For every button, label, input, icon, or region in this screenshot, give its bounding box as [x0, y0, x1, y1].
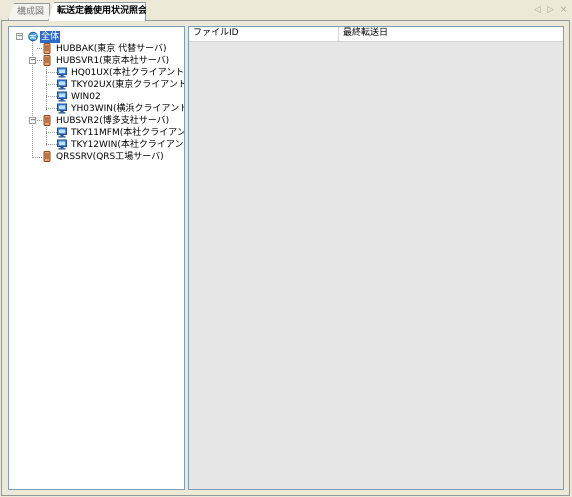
- computer-icon: [57, 103, 67, 114]
- server-icon: [42, 151, 52, 162]
- tree-connector: [46, 72, 57, 73]
- tree-item-label[interactable]: HUBSVR1(東京本社サーバ): [55, 55, 170, 67]
- server-icon: [42, 115, 52, 126]
- tab-next-icon[interactable]: ▷: [545, 5, 556, 16]
- tree-item-label[interactable]: QRSSRV(QRS工場サーバ): [55, 151, 165, 163]
- computer-icon: [57, 79, 67, 90]
- tab-close-icon[interactable]: ×: [558, 5, 569, 16]
- computer-icon: [57, 67, 67, 78]
- transfer-usage-list[interactable]: ファイルID 最終転送日: [188, 26, 564, 490]
- tree-connector: [46, 96, 57, 97]
- tab-transfer-usage[interactable]: 転送定義使用状況照会: [48, 2, 146, 21]
- server-icon: [42, 55, 52, 66]
- tree-connector: [46, 123, 47, 146]
- tree-item-label[interactable]: TKY02UX(東京クライアント): [70, 79, 184, 91]
- network-globe-icon: [28, 31, 38, 42]
- server-icon: [42, 43, 52, 54]
- tree-connector: [46, 84, 57, 85]
- tab-strip: 構成図 転送定義使用状況照会 ◁ ▷ ×: [0, 0, 572, 21]
- column-header-last-transfer-date[interactable]: 最終転送日: [339, 27, 563, 41]
- tab-topology[interactable]: 構成図: [8, 3, 50, 20]
- tree-connector: [46, 62, 47, 110]
- tree-connector: [32, 157, 42, 158]
- tree-connector: [46, 108, 57, 109]
- tree-root-label[interactable]: 全体: [40, 31, 61, 43]
- tree-item-label[interactable]: HUBBAK(東京 代替サーバ): [55, 43, 168, 55]
- tree-connector: [46, 132, 57, 133]
- list-header: ファイルID 最終転送日: [189, 27, 563, 42]
- tab-prev-icon[interactable]: ◁: [532, 5, 543, 16]
- tree-item-label[interactable]: WIN02: [70, 91, 102, 103]
- tree-connector: [46, 144, 57, 145]
- column-header-file-id[interactable]: ファイルID: [189, 27, 339, 41]
- collapse-hubsvr2-icon[interactable]: −: [29, 117, 36, 124]
- computer-icon: [57, 127, 67, 138]
- tree-item-label[interactable]: TKY12WIN(本社クライアント2): [70, 139, 184, 151]
- computer-icon: [57, 91, 67, 102]
- collapse-hubsvr1-icon[interactable]: −: [29, 57, 36, 64]
- computer-icon: [57, 139, 67, 150]
- tree-item-label[interactable]: YH03WIN(横浜クライアント): [70, 103, 184, 115]
- host-tree[interactable]: − 全体 HUBBAK(東京 代替サーバ) − HUBSVR1(東京本社サーバ)…: [8, 26, 185, 490]
- tree-item-label[interactable]: TKY11MFM(本社クライアント1): [70, 127, 184, 139]
- tree-item-label[interactable]: HQ01UX(本社クライアント): [70, 67, 184, 79]
- collapse-root-icon[interactable]: −: [16, 33, 23, 40]
- tree-item-label[interactable]: HUBSVR2(博多支社サーバ): [55, 115, 170, 127]
